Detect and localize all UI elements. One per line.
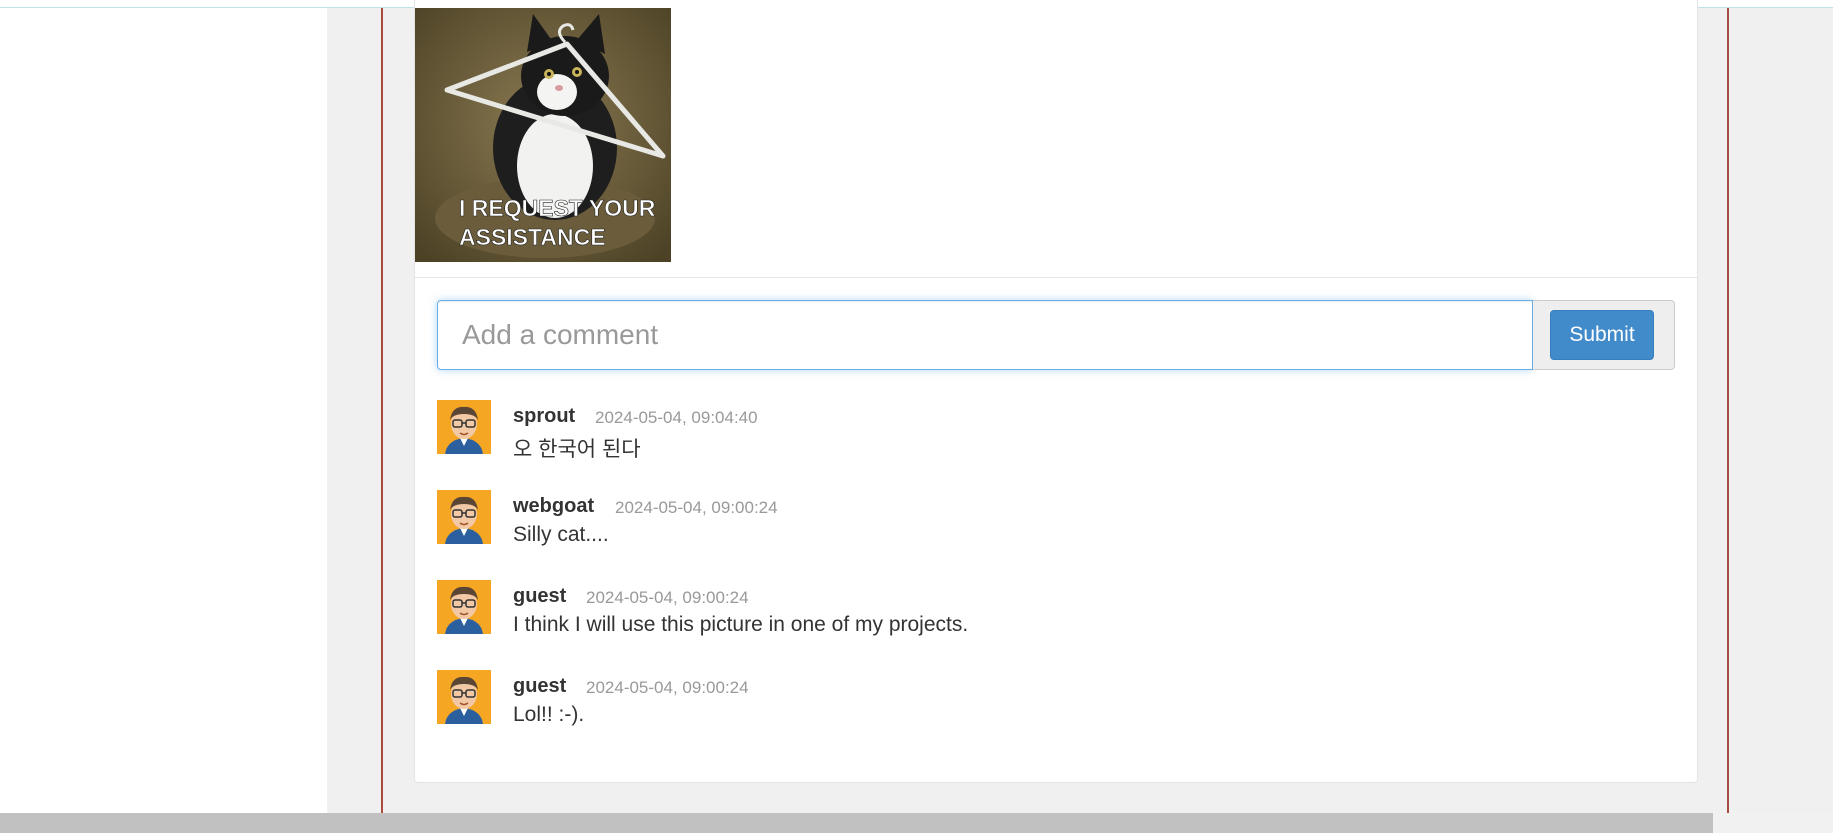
left-gutter xyxy=(327,8,372,813)
avatar xyxy=(437,490,491,544)
comment-username: sprout xyxy=(513,405,576,427)
comment-username: webgoat xyxy=(513,495,595,517)
left-blank-area xyxy=(0,8,327,813)
comment-timestamp: 2024-05-04, 09:00:24 xyxy=(586,588,749,607)
horizontal-scrollbar-thumb[interactable] xyxy=(0,813,1713,833)
submit-button[interactable]: Submit xyxy=(1550,310,1654,360)
comment-item: guest 2024-05-04, 09:00:24 I think I wil… xyxy=(437,580,1637,640)
comment-item: sprout 2024-05-04, 09:04:40 오 한국어 된다 xyxy=(437,400,1637,461)
image-caption-line2: ASSISTANCE xyxy=(459,224,606,250)
comment-timestamp: 2024-05-04, 09:04:40 xyxy=(595,408,758,427)
comment-input[interactable] xyxy=(437,300,1533,370)
comment-form: Submit xyxy=(437,300,1675,370)
comment-text: Lol!! :-). xyxy=(513,703,585,726)
cat-meme-image: I REQUEST YOUR ASSISTANCE xyxy=(415,8,671,262)
comment-username: guest xyxy=(513,675,567,697)
avatar xyxy=(437,580,491,634)
image-caption-line1: I REQUEST YOUR xyxy=(459,195,656,221)
comment-item: guest 2024-05-04, 09:00:24 Lol!! :-). xyxy=(437,670,1637,730)
comment-timestamp: 2024-05-04, 09:00:24 xyxy=(586,678,749,697)
comment-text: 오 한국어 된다 xyxy=(513,438,641,461)
avatar xyxy=(437,400,491,454)
comment-text: Silly cat.... xyxy=(513,523,609,546)
comment-timestamp: 2024-05-04, 09:00:24 xyxy=(615,498,778,517)
frame-border-left xyxy=(381,8,383,813)
comment-username: guest xyxy=(513,585,567,607)
card-divider xyxy=(415,277,1697,278)
frame-border-right xyxy=(1727,8,1729,813)
right-gutter xyxy=(1739,8,1833,813)
comment-text: I think I will use this picture in one o… xyxy=(513,613,969,636)
avatar xyxy=(437,670,491,724)
horizontal-scrollbar-track[interactable] xyxy=(1713,813,1833,833)
submit-addon: Submit xyxy=(1533,300,1675,370)
comment-item: webgoat 2024-05-04, 09:00:24 Silly cat..… xyxy=(437,490,1637,550)
post-card: I REQUEST YOUR ASSISTANCE Submit sprou xyxy=(414,0,1698,783)
